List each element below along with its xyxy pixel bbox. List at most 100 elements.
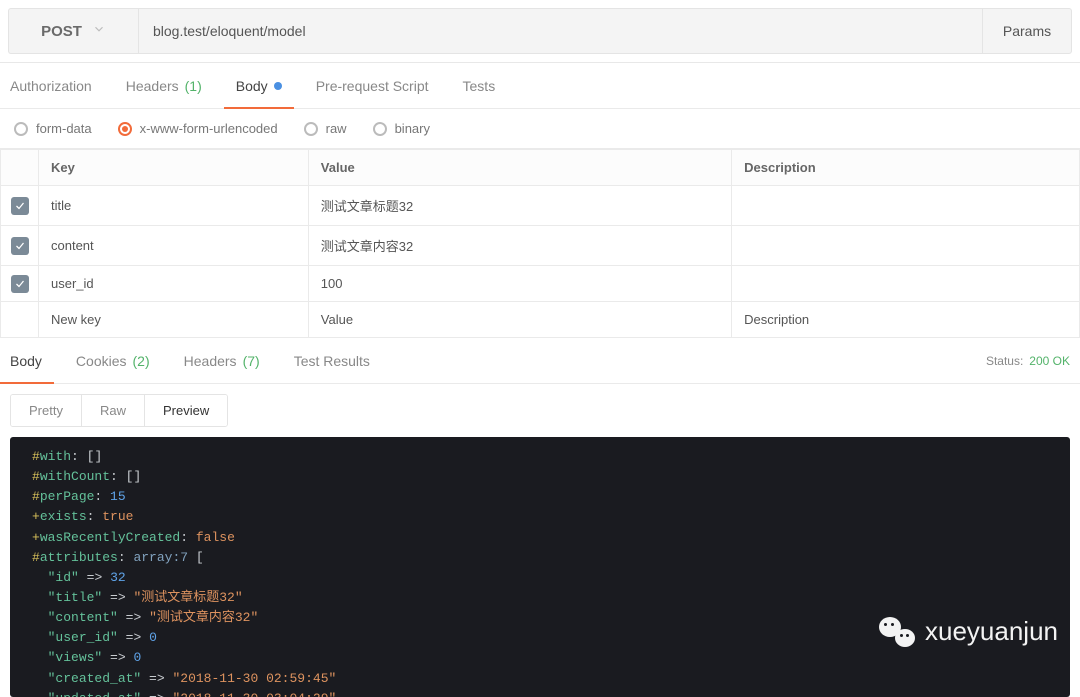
cell-value[interactable]: 测试文章标题32 <box>308 186 731 226</box>
tab-prerequest-label: Pre-request Script <box>316 78 429 94</box>
cell-value[interactable]: 100 <box>308 266 731 302</box>
restab-body[interactable]: Body <box>10 338 42 383</box>
tab-tests[interactable]: Tests <box>463 63 496 108</box>
params-button[interactable]: Params <box>982 8 1072 54</box>
code-with-key: with <box>40 449 71 464</box>
wechat-icon <box>879 617 915 647</box>
cell-key-placeholder[interactable]: New key <box>39 302 309 338</box>
radio-icon <box>304 122 318 136</box>
code-recently-key: wasRecentlyCreated <box>40 530 180 545</box>
code-userid-key: "user_id" <box>48 630 118 645</box>
tab-authorization[interactable]: Authorization <box>10 63 92 108</box>
code-userid-val: 0 <box>149 630 157 645</box>
code-created-val: "2018-11-30 02:59:45" <box>172 671 336 686</box>
watermark-text: xueyuanjun <box>925 616 1058 647</box>
tab-headers-count: (1) <box>185 78 202 94</box>
ptab-preview[interactable]: Preview <box>144 395 227 426</box>
request-tabs: Authorization Headers (1) Body Pre-reque… <box>0 63 1080 109</box>
status-code: 200 OK <box>1029 354 1070 368</box>
code-perpage-key: perPage <box>40 489 95 504</box>
table-row: user_id 100 <box>1 266 1080 302</box>
tab-tests-label: Tests <box>463 78 496 94</box>
code-exists-key: exists <box>40 509 87 524</box>
radio-formdata-label: form-data <box>36 121 92 136</box>
tab-body[interactable]: Body <box>236 63 282 108</box>
radio-icon <box>118 122 132 136</box>
radio-formdata[interactable]: form-data <box>14 121 92 136</box>
cell-desc[interactable] <box>732 186 1080 226</box>
cell-empty <box>1 302 39 338</box>
col-key-header: Key <box>39 150 309 186</box>
code-attributes-key: attributes <box>40 550 118 565</box>
ptab-pretty[interactable]: Pretty <box>11 395 81 426</box>
radio-raw[interactable]: raw <box>304 121 347 136</box>
code-exists-val: true <box>102 509 133 524</box>
status-badge: Status: 200 OK <box>986 338 1070 383</box>
checkbox-icon[interactable] <box>11 197 29 215</box>
radio-urlencoded-label: x-www-form-urlencoded <box>140 121 278 136</box>
col-checkbox-header <box>1 150 39 186</box>
cell-value-placeholder[interactable]: Value <box>308 302 731 338</box>
code-content-key: "content" <box>48 610 118 625</box>
col-desc-header: Description <box>732 150 1080 186</box>
tab-prerequest[interactable]: Pre-request Script <box>316 63 429 108</box>
restab-cookies-label: Cookies <box>76 353 127 369</box>
url-input[interactable] <box>153 23 968 39</box>
checkbox-icon[interactable] <box>11 237 29 255</box>
kv-table: Key Value Description title 测试文章标题32 con… <box>0 149 1080 338</box>
radio-binary-label: binary <box>395 121 430 136</box>
code-perpage-val: 15 <box>110 489 126 504</box>
col-value-header: Value <box>308 150 731 186</box>
restab-headers[interactable]: Headers (7) <box>184 338 260 383</box>
http-method-label: POST <box>41 23 82 40</box>
cell-key[interactable]: title <box>39 186 309 226</box>
response-tabs: Body Cookies (2) Headers (7) Test Result… <box>0 338 1080 384</box>
code-updated-val: "2018-11-30 03:04:29" <box>172 691 336 697</box>
url-input-wrap[interactable] <box>138 8 982 54</box>
code-title-key: "title" <box>48 590 103 605</box>
code-views-key: "views" <box>48 650 103 665</box>
tab-body-label: Body <box>236 78 268 94</box>
restab-headers-count: (7) <box>243 353 260 369</box>
chevron-down-icon <box>92 22 106 40</box>
restab-body-label: Body <box>10 353 42 369</box>
checkbox-icon[interactable] <box>11 275 29 293</box>
table-row-new: New key Value Description <box>1 302 1080 338</box>
radio-icon <box>14 122 28 136</box>
code-content-val: "测试文章内容32" <box>149 610 258 625</box>
ptab-pretty-label: Pretty <box>29 403 63 418</box>
code-withcount-key: withCount <box>40 469 110 484</box>
tab-headers-label: Headers <box>126 78 179 94</box>
cell-desc-placeholder[interactable]: Description <box>732 302 1080 338</box>
ptab-preview-label: Preview <box>163 403 209 418</box>
request-bar: POST Params <box>0 0 1080 63</box>
radio-raw-label: raw <box>326 121 347 136</box>
code-recently-val: false <box>196 530 235 545</box>
cell-key[interactable]: user_id <box>39 266 309 302</box>
cell-desc[interactable] <box>732 226 1080 266</box>
preview-mode-tabs: Pretty Raw Preview <box>0 384 1080 437</box>
code-id-val: 32 <box>110 570 126 585</box>
cell-value[interactable]: 测试文章内容32 <box>308 226 731 266</box>
restab-test-results[interactable]: Test Results <box>294 338 370 383</box>
restab-cookies[interactable]: Cookies (2) <box>76 338 150 383</box>
cell-key[interactable]: content <box>39 226 309 266</box>
watermark: xueyuanjun <box>879 616 1058 647</box>
tab-authorization-label: Authorization <box>10 78 92 94</box>
tab-headers[interactable]: Headers (1) <box>126 63 202 108</box>
restab-headers-label: Headers <box>184 353 237 369</box>
table-row: title 测试文章标题32 <box>1 186 1080 226</box>
radio-binary[interactable]: binary <box>373 121 430 136</box>
code-views-val: 0 <box>133 650 141 665</box>
ptab-raw[interactable]: Raw <box>81 395 144 426</box>
restab-cookies-count: (2) <box>133 353 150 369</box>
radio-urlencoded[interactable]: x-www-form-urlencoded <box>118 121 278 136</box>
body-type-radios: form-data x-www-form-urlencoded raw bina… <box>0 109 1080 149</box>
restab-tests-label: Test Results <box>294 353 370 369</box>
cell-desc[interactable] <box>732 266 1080 302</box>
code-with-val: [] <box>87 449 103 464</box>
http-method-selector[interactable]: POST <box>8 8 138 54</box>
code-withcount-val: [] <box>126 469 142 484</box>
table-row: content 测试文章内容32 <box>1 226 1080 266</box>
code-created-key: "created_at" <box>48 671 142 686</box>
